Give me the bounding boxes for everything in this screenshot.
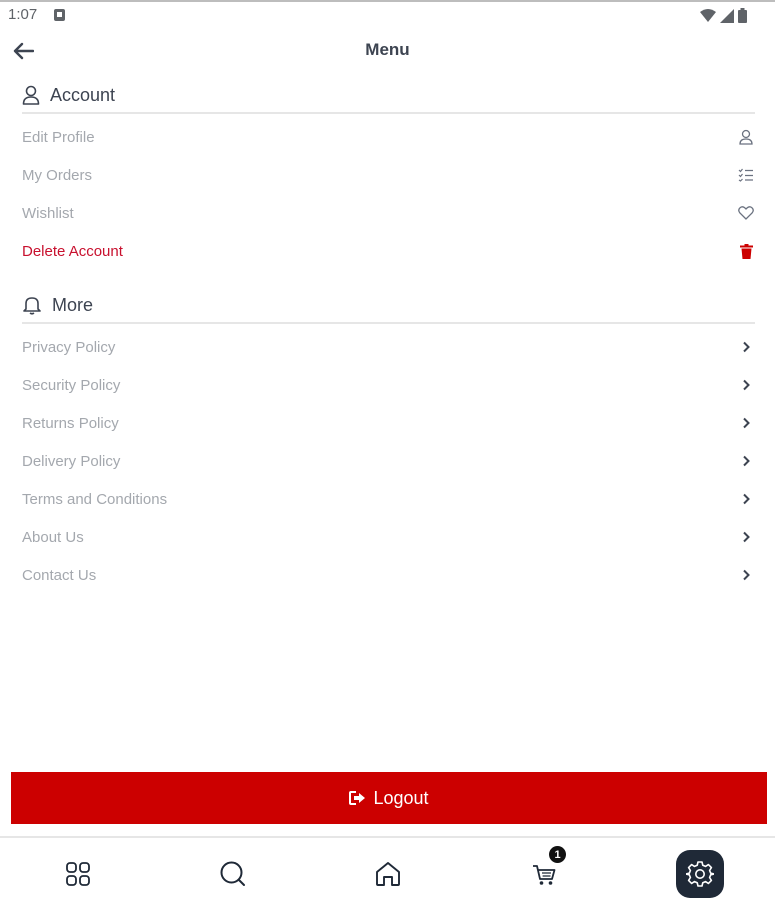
settings-icon: [686, 861, 714, 887]
home-icon: [376, 862, 400, 886]
nav-home[interactable]: [364, 850, 412, 898]
account-section-header: Account: [22, 78, 755, 114]
my-orders-item[interactable]: My Orders: [22, 156, 755, 194]
categories-icon: [66, 862, 90, 886]
heart-icon: [737, 204, 755, 222]
cart-badge: 1: [549, 846, 566, 863]
status-time: 1:07: [8, 6, 38, 23]
trash-icon: [737, 242, 755, 260]
user-icon: [737, 128, 755, 146]
edit-profile-label: Edit Profile: [22, 128, 95, 146]
nav-settings[interactable]: [676, 850, 724, 898]
bottom-nav: 1: [0, 836, 775, 900]
notification-icon: [54, 9, 65, 21]
chevron-right-icon: [737, 414, 755, 432]
chevron-right-icon: [737, 528, 755, 546]
wishlist-item[interactable]: Wishlist: [22, 194, 755, 232]
security-policy-label: Security Policy: [22, 376, 121, 394]
chevron-right-icon: [737, 376, 755, 394]
privacy-policy-item[interactable]: Privacy Policy: [22, 328, 755, 366]
contact-us-label: Contact Us: [22, 566, 97, 584]
delete-account-item[interactable]: Delete Account: [22, 232, 755, 270]
battery-icon: [738, 8, 747, 23]
privacy-policy-label: Privacy Policy: [22, 338, 116, 356]
delivery-policy-label: Delivery Policy: [22, 452, 121, 470]
chevron-right-icon: [737, 452, 755, 470]
status-bar: 1:07: [0, 0, 775, 28]
delivery-policy-item[interactable]: Delivery Policy: [22, 442, 755, 480]
contact-us-item[interactable]: Contact Us: [22, 556, 755, 594]
returns-policy-label: Returns Policy: [22, 414, 119, 432]
my-orders-label: My Orders: [22, 166, 93, 184]
user-icon: [22, 85, 40, 105]
chevron-right-icon: [737, 566, 755, 584]
chevron-right-icon: [737, 490, 755, 508]
nav-search[interactable]: [209, 850, 257, 898]
sign-out-icon: [349, 791, 366, 805]
nav-cart[interactable]: 1: [520, 846, 568, 898]
signal-icon: [720, 9, 734, 23]
nav-categories[interactable]: [54, 850, 102, 898]
chevron-right-icon: [737, 338, 755, 356]
logout-button[interactable]: Logout: [11, 772, 767, 824]
edit-profile-item[interactable]: Edit Profile: [22, 118, 755, 156]
terms-and-conditions-label: Terms and Conditions: [22, 490, 168, 508]
logout-label: Logout: [373, 787, 429, 808]
list-icon: [737, 166, 755, 184]
terms-and-conditions-item[interactable]: Terms and Conditions: [22, 480, 755, 518]
returns-policy-item[interactable]: Returns Policy: [22, 404, 755, 442]
security-policy-item[interactable]: Security Policy: [22, 366, 755, 404]
account-section-title: Account: [50, 84, 116, 105]
about-us-item[interactable]: About Us: [22, 518, 755, 556]
delete-account-label: Delete Account: [22, 242, 123, 260]
more-section-title: More: [52, 294, 94, 315]
page-title: Menu: [365, 40, 410, 59]
about-us-label: About Us: [22, 528, 84, 546]
search-icon: [220, 861, 245, 886]
status-icons: [700, 8, 747, 23]
top-bar: Menu: [0, 30, 775, 72]
wifi-icon: [700, 9, 716, 22]
wishlist-label: Wishlist: [22, 204, 74, 222]
more-section-header: More: [22, 288, 755, 324]
cart-icon: [533, 865, 556, 885]
bell-icon: [23, 297, 41, 315]
